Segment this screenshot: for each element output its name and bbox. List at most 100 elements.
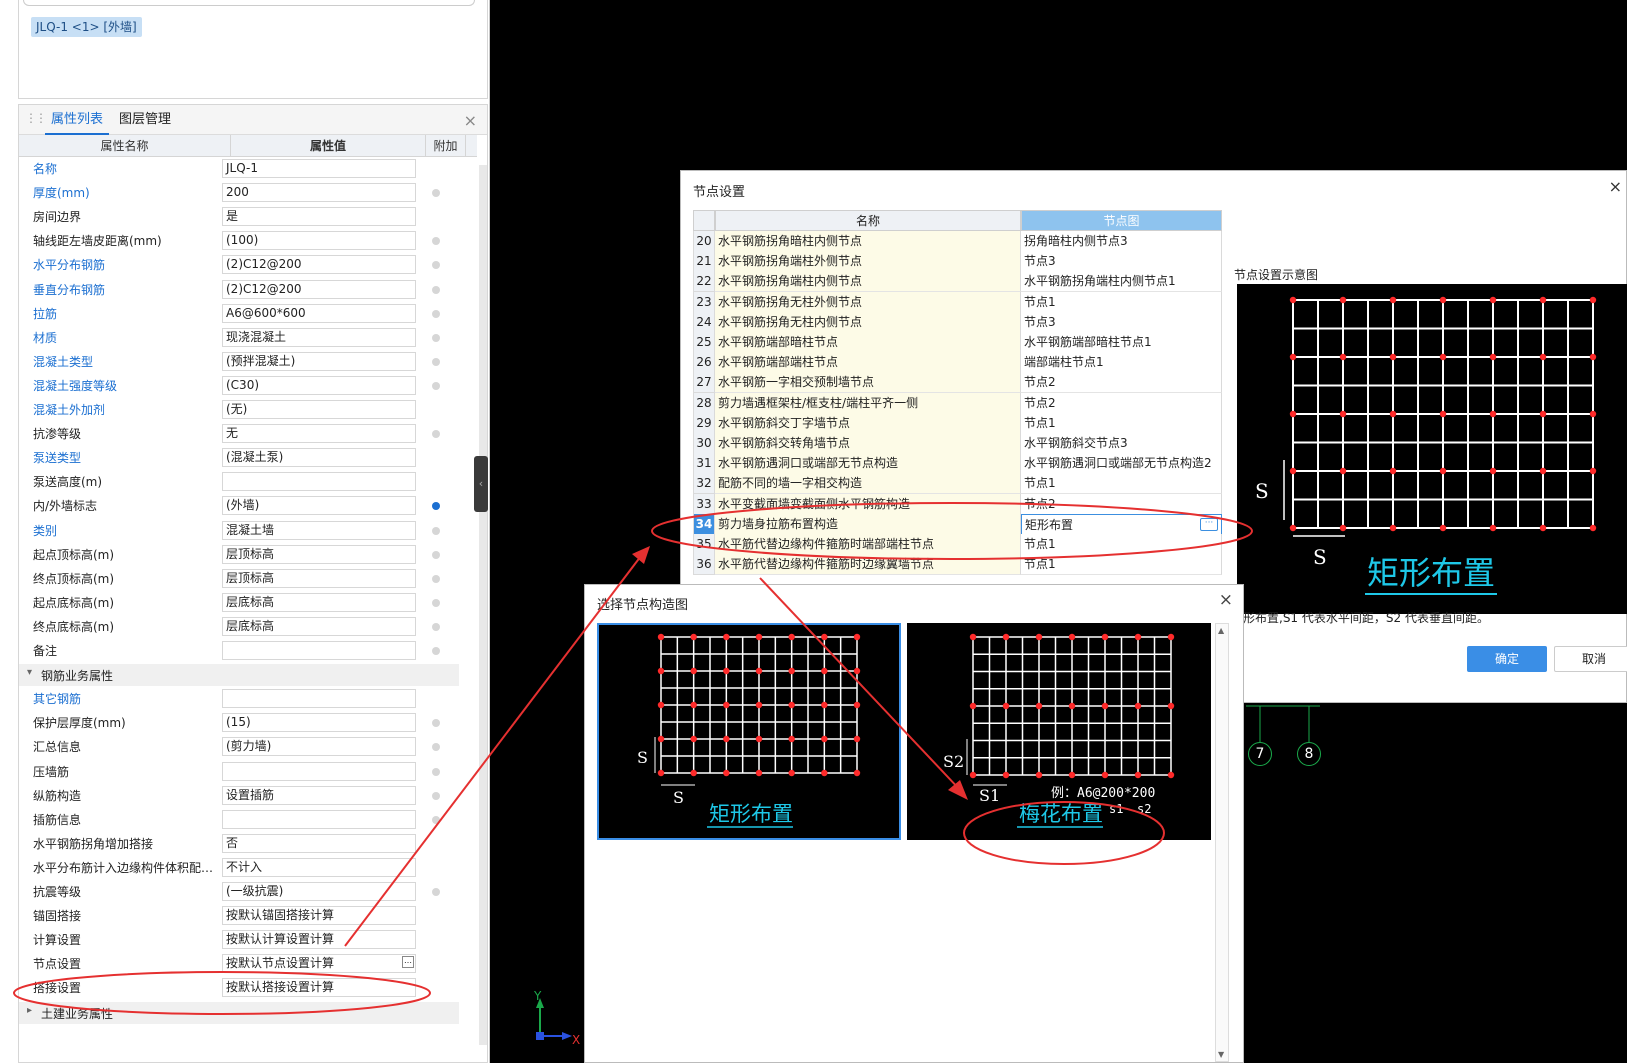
property-value-field[interactable]: 是 (222, 207, 416, 227)
node-row[interactable]: 33 水平变截面墙变截面侧水平钢筋构造 节点2 (693, 493, 1223, 515)
property-value-field[interactable] (222, 641, 416, 660)
attach-indicator[interactable] (432, 237, 440, 246)
property-row[interactable]: 抗震等级 (一级抗震) (19, 880, 477, 904)
property-value-field[interactable]: (一级抗震) (222, 882, 416, 901)
property-row[interactable]: 压墙筋 (19, 760, 477, 784)
property-value-field[interactable]: (C30) (222, 375, 416, 395)
node-diagram-cell[interactable]: 节点1 (1021, 291, 1222, 313)
property-row[interactable]: 类别 混凝土墙 (19, 519, 477, 543)
property-row[interactable]: 水平分布筋计入边缘构件体积配箍... 不计入 (19, 856, 477, 880)
close-icon[interactable]: × (1219, 590, 1233, 610)
property-row[interactable]: 泵送类型 (混凝土泵) (19, 446, 477, 470)
property-value-field[interactable]: (100) (222, 231, 416, 251)
attach-indicator[interactable] (432, 743, 440, 752)
property-row[interactable]: 垂直分布钢筋 (2)C12@200 (19, 278, 477, 302)
property-row[interactable]: 混凝土强度等级 (C30) (19, 374, 477, 398)
node-row[interactable]: 35 水平筋代替边缘构件箍筋时端部端柱节点 节点1 (693, 534, 1223, 555)
property-group-header[interactable]: ▾ 钢筋业务属性 (19, 664, 459, 687)
node-row[interactable]: 36 水平筋代替边缘构件箍筋时边缘翼墙节点 节点1 (693, 554, 1223, 576)
attach-indicator[interactable] (432, 622, 440, 631)
node-diagram-cell[interactable]: 水平钢筋遇洞口或端部无节点构造2 (1021, 453, 1222, 475)
node-diagram-cell[interactable]: 端部端柱节点1 (1021, 352, 1222, 374)
property-value-field[interactable]: (外墙) (222, 496, 416, 516)
node-diagram-cell[interactable]: 节点1 (1021, 554, 1222, 576)
node-diagram-cell[interactable]: 矩形布置 ··· (1021, 513, 1222, 535)
property-value-field[interactable] (222, 689, 416, 709)
property-value-field[interactable]: 无 (222, 424, 416, 444)
node-diagram-cell[interactable]: 节点1 (1021, 412, 1222, 434)
property-value-field[interactable] (222, 809, 416, 829)
property-value-field[interactable] (222, 761, 416, 781)
property-row[interactable]: 其它钢筋 (19, 687, 477, 711)
attach-indicator[interactable] (432, 719, 440, 728)
node-diagram-cell[interactable]: 节点1 (1021, 473, 1222, 495)
node-row[interactable]: 30 水平钢筋斜交转角墙节点 水平钢筋斜交节点3 (693, 433, 1223, 454)
property-value-field[interactable]: 层顶标高 (222, 568, 416, 588)
property-value-field[interactable]: 混凝土墙 (222, 520, 416, 540)
node-row[interactable]: 27 水平钢筋一字相交预制墙节点 节点2 (693, 372, 1223, 394)
scrollbar[interactable]: ▲ ▼ (1215, 623, 1229, 1062)
property-row[interactable]: 材质 现浇混凝土 (19, 326, 477, 350)
property-row[interactable]: 混凝土类型 (预拌混凝土) (19, 350, 477, 374)
property-row[interactable]: 计算设置 按默认计算设置计算 (19, 928, 477, 952)
node-row[interactable]: 20 水平钢筋拐角暗柱内侧节点 拐角暗柱内侧节点3 (693, 231, 1223, 252)
property-value-field[interactable] (222, 472, 416, 492)
selected-element-tag[interactable]: JLQ-1 <1> [外墙] (31, 17, 142, 37)
tab-property-list[interactable]: 属性列表 (45, 105, 109, 135)
attach-indicator[interactable] (432, 791, 440, 800)
property-row[interactable]: 插筋信息 (19, 808, 477, 832)
attach-indicator[interactable] (432, 357, 440, 366)
property-value-field[interactable]: 否 (222, 833, 416, 853)
property-row[interactable]: 水平钢筋拐角增加搭接 否 (19, 832, 477, 856)
attach-indicator[interactable] (432, 381, 440, 390)
property-row[interactable]: 起点顶标高(m) 层顶标高 (19, 543, 477, 567)
attach-indicator[interactable] (432, 526, 440, 535)
property-row[interactable]: 名称 JLQ-1 (19, 157, 477, 181)
attach-indicator[interactable] (432, 261, 440, 270)
property-row[interactable]: 厚度(mm) 200 (19, 181, 477, 205)
attach-indicator[interactable] (432, 285, 440, 294)
attach-indicator[interactable] (432, 574, 440, 583)
property-value-field[interactable]: JLQ-1 (222, 159, 416, 178)
property-value-field[interactable]: 按默认搭接设置计算 (222, 978, 416, 998)
property-value-field[interactable]: 不计入 (222, 857, 416, 877)
chevron-right-icon[interactable]: ▸ (27, 1005, 32, 1016)
attach-indicator[interactable] (432, 815, 440, 824)
scroll-up-icon[interactable]: ▲ (1218, 626, 1224, 635)
attach-indicator[interactable] (432, 598, 440, 607)
property-value-field[interactable]: 按默认计算设置计算 (222, 930, 416, 950)
property-row[interactable]: 水平分布钢筋 (2)C12@200 (19, 253, 477, 277)
node-row[interactable]: 29 水平钢筋斜交丁字墙节点 节点1 (693, 412, 1223, 434)
node-row[interactable]: 24 水平钢筋拐角无柱内侧节点 节点3 (693, 311, 1223, 333)
property-value-field[interactable]: (剪力墙) (222, 737, 416, 757)
node-row[interactable]: 31 水平钢筋遇洞口或端部无节点构造 水平钢筋遇洞口或端部无节点构造2 (693, 453, 1223, 475)
attach-indicator[interactable] (432, 333, 440, 342)
option-quincunx-layout[interactable]: S2 S1 例：A6@200*200 s1 s2 梅花布置 (907, 623, 1211, 840)
node-diagram-cell[interactable]: 水平钢筋端部暗柱节点1 (1021, 332, 1222, 353)
property-value-field[interactable]: (无) (222, 400, 416, 419)
property-value-field[interactable]: 按默认锚固搭接计算 (222, 906, 416, 926)
property-row[interactable]: 泵送高度(m) (19, 470, 477, 494)
property-row[interactable]: 内/外墙标志 (外墙) (19, 494, 477, 518)
attach-indicator[interactable] (432, 189, 440, 198)
property-row[interactable]: 保护层厚度(mm) (15) (19, 711, 477, 735)
property-value-field[interactable]: 设置插筋 (222, 785, 416, 805)
property-row[interactable]: 抗渗等级 无 (19, 422, 477, 446)
property-row[interactable]: 起点底标高(m) 层底标高 (19, 591, 477, 615)
drag-grip-icon[interactable]: ⋮⋮ (25, 111, 47, 125)
scrollbar[interactable] (479, 165, 487, 1045)
property-value-field[interactable]: (混凝土泵) (222, 448, 416, 468)
property-value-field[interactable]: 现浇混凝土 (222, 327, 416, 347)
attach-indicator[interactable] (432, 502, 440, 511)
property-row[interactable]: 终点底标高(m) 层底标高 (19, 615, 477, 639)
ellipsis-button[interactable]: … (402, 956, 414, 969)
property-value-field[interactable]: 层底标高 (222, 616, 416, 636)
attach-indicator[interactable] (432, 550, 440, 559)
node-diagram-cell[interactable]: 拐角暗柱内侧节点3 (1021, 231, 1222, 252)
node-row[interactable]: 21 水平钢筋拐角端柱外侧节点 节点3 (693, 251, 1223, 273)
node-diagram-cell[interactable]: 节点1 (1021, 534, 1222, 555)
tab-layer-management[interactable]: 图层管理 (119, 105, 171, 135)
node-diagram-cell[interactable]: 节点3 (1021, 311, 1222, 333)
property-row[interactable]: 轴线距左墙皮距离(mm) (100) (19, 229, 477, 253)
property-row[interactable]: 混凝土外加剂 (无) (19, 398, 477, 422)
